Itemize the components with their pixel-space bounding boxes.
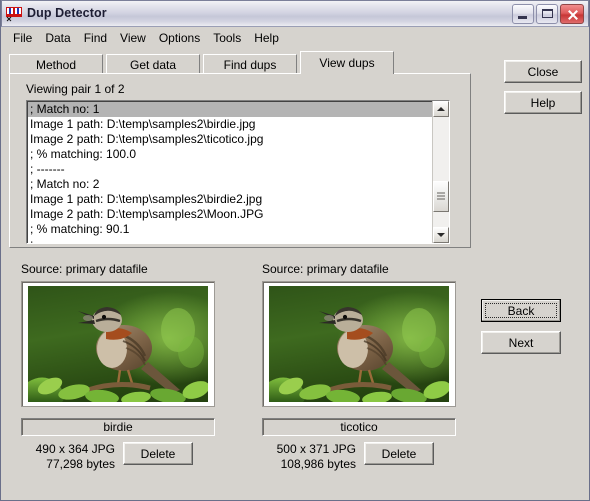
main-window: Dup Detector File Data Find View Options… xyxy=(0,0,590,501)
list-item[interactable]: ; % matching: 90.1 xyxy=(28,222,432,237)
scroll-up-button[interactable] xyxy=(433,101,449,117)
list-item[interactable]: Image 1 path: D:\temp\samples2\birdie.jp… xyxy=(28,117,432,132)
minimize-icon xyxy=(518,16,527,19)
menu-item-help[interactable]: Help xyxy=(248,30,286,46)
close-icon xyxy=(568,9,578,20)
image-filesize-right: 108,986 bytes xyxy=(280,457,356,471)
window-title: Dup Detector xyxy=(27,6,107,21)
minimize-button[interactable] xyxy=(512,4,534,24)
list-item[interactable]: ; % matching: 100.0 xyxy=(28,147,432,162)
listbox-vertical-scrollbar[interactable] xyxy=(432,101,449,243)
help-button[interactable]: Help xyxy=(504,91,582,114)
list-item[interactable]: Image 2 path: D:\temp\samples2\Moon.JPG xyxy=(28,207,432,222)
tab-find-dups[interactable]: Find dups xyxy=(203,54,297,74)
metadata-row-right: 500 x 371 JPG 108,986 bytes Delete xyxy=(262,442,456,472)
menu-item-view[interactable]: View xyxy=(114,30,153,46)
list-item[interactable]: ; ------- xyxy=(28,162,432,177)
match-results-listbox[interactable]: ; Match no: 1 Image 1 path: D:\temp\samp… xyxy=(26,100,450,244)
image-dimensions-right: 500 x 371 JPG xyxy=(276,442,356,456)
image-pane-right: Source: primary datafile ticotico 500 x … xyxy=(262,262,456,472)
application-window: Dup Detector File Data Find View Options… xyxy=(0,0,590,501)
tab-view-dups[interactable]: View dups xyxy=(300,51,394,74)
image-filesize-left: 77,298 bytes xyxy=(46,457,115,471)
match-results-items: ; Match no: 1 Image 1 path: D:\temp\samp… xyxy=(27,101,432,243)
image-metadata-left: 490 x 364 JPG 77,298 bytes xyxy=(21,442,123,472)
viewing-pair-label: Viewing pair 1 of 2 xyxy=(26,82,125,96)
filename-field-right[interactable]: ticotico xyxy=(262,418,456,436)
image-preview-right[interactable] xyxy=(262,281,456,407)
delete-button-left[interactable]: Delete xyxy=(123,442,193,465)
image-preview-left[interactable] xyxy=(21,281,215,407)
caption-button-group xyxy=(512,4,584,24)
image-dimensions-left: 490 x 364 JPG xyxy=(35,442,115,456)
chevron-up-icon xyxy=(437,107,445,111)
list-item[interactable]: ; Match no: 2 xyxy=(28,177,432,192)
menu-item-file[interactable]: File xyxy=(7,30,39,46)
tab-control: Method Get data Find dups View dups View… xyxy=(9,51,471,248)
tab-method[interactable]: Method xyxy=(9,54,103,74)
scroll-down-button[interactable] xyxy=(433,227,449,243)
menu-item-data[interactable]: Data xyxy=(39,30,77,46)
filename-field-left[interactable]: birdie xyxy=(21,418,215,436)
image-metadata-right: 500 x 371 JPG 108,986 bytes xyxy=(262,442,364,472)
window-close-button[interactable] xyxy=(560,4,584,24)
singing-sparrow-photo xyxy=(269,286,449,402)
close-button[interactable]: Close xyxy=(504,60,582,83)
menu-bar: File Data Find View Options Tools Help xyxy=(1,27,589,49)
menu-item-tools[interactable]: Tools xyxy=(207,30,248,46)
singing-sparrow-photo xyxy=(28,286,208,402)
tab-strip: Method Get data Find dups View dups xyxy=(9,51,471,74)
menu-item-find[interactable]: Find xyxy=(78,30,114,46)
title-bar: Dup Detector xyxy=(1,0,589,27)
next-button[interactable]: Next xyxy=(481,331,561,354)
maximize-button[interactable] xyxy=(536,4,558,24)
chevron-down-icon xyxy=(437,233,445,237)
dup-images-icon xyxy=(6,6,23,22)
scrollbar-track[interactable] xyxy=(433,117,449,227)
menu-item-options[interactable]: Options xyxy=(153,30,207,46)
source-label-right: Source: primary datafile xyxy=(262,262,389,276)
tab-get-data[interactable]: Get data xyxy=(106,54,200,74)
source-label-left: Source: primary datafile xyxy=(21,262,148,276)
scrollbar-grip-icon xyxy=(437,191,445,202)
tab-panel-view-dups: Viewing pair 1 of 2 ; Match no: 1 Image … xyxy=(9,73,471,248)
metadata-row-left: 490 x 364 JPG 77,298 bytes Delete xyxy=(21,442,215,472)
scrollbar-thumb[interactable] xyxy=(433,180,449,212)
image-pane-left: Source: primary datafile birdie 490 x 36… xyxy=(21,262,215,472)
focus-indicator xyxy=(485,303,557,318)
back-button[interactable]: Back xyxy=(481,299,561,322)
list-item[interactable]: ; ------- xyxy=(28,237,432,243)
delete-button-right[interactable]: Delete xyxy=(364,442,434,465)
list-item[interactable]: Image 1 path: D:\temp\samples2\birdie2.j… xyxy=(28,192,432,207)
list-item[interactable]: ; Match no: 1 xyxy=(28,102,432,117)
maximize-icon xyxy=(542,9,553,18)
list-item[interactable]: Image 2 path: D:\temp\samples2\ticotico.… xyxy=(28,132,432,147)
